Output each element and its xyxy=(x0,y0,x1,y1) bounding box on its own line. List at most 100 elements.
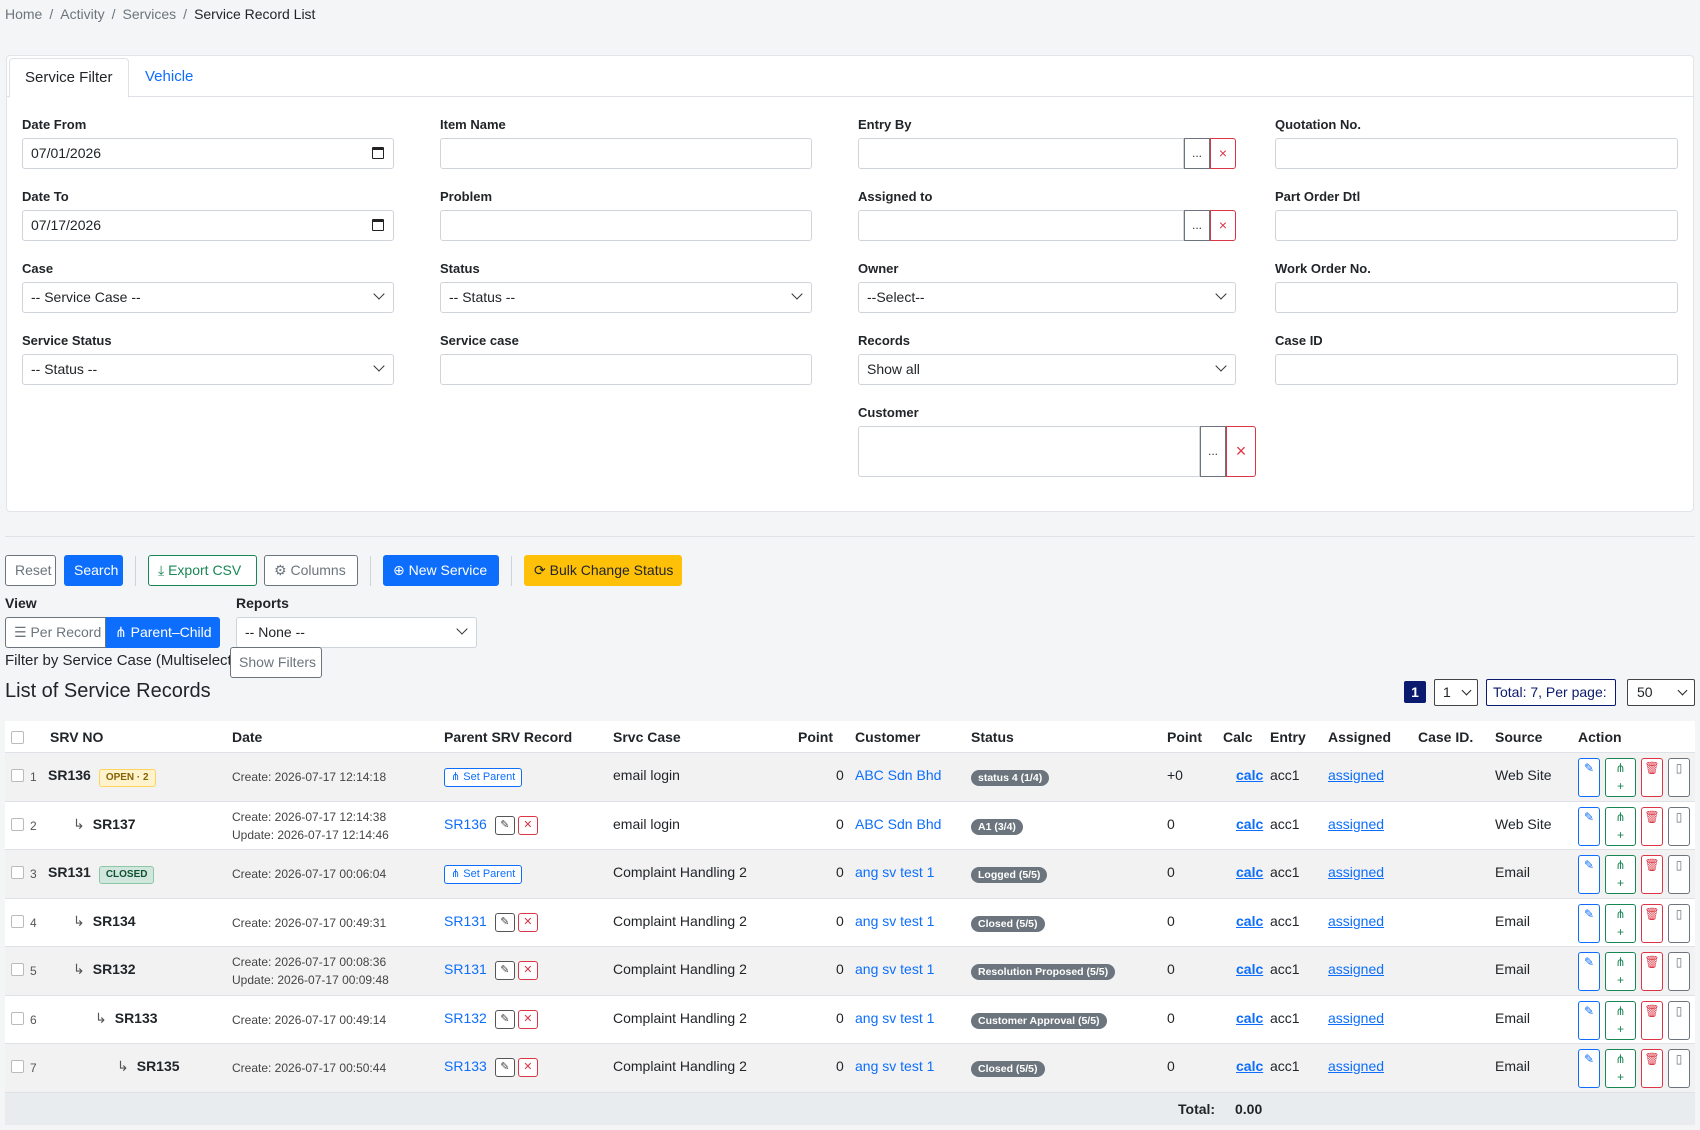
work-order-no-input[interactable] xyxy=(1275,282,1678,313)
row-checkbox[interactable] xyxy=(11,817,24,831)
page-select[interactable]: 1 xyxy=(1434,679,1478,706)
pdf-button[interactable]: ▯ xyxy=(1668,903,1690,943)
srv-no[interactable]: SR132 xyxy=(93,961,136,977)
edit-button[interactable]: ✎ xyxy=(1578,952,1600,991)
table-row[interactable]: 3 SR131 CLOSED Create: 2026-07-17 00:06:04 ⋔… xyxy=(5,850,1695,899)
col-source[interactable]: Source xyxy=(1495,729,1542,745)
delete-button[interactable]: 🗑 xyxy=(1641,1049,1663,1088)
col-status[interactable]: Status xyxy=(971,729,1014,745)
table-row[interactable]: 6 ↳ SR133 Create: 2026-07-17 00:49:14 SR132 ✎… xyxy=(5,995,1695,1044)
customer-link[interactable]: ABC Sdn Bhd xyxy=(855,816,941,832)
col-calc[interactable]: Calc xyxy=(1223,729,1253,745)
row-checkbox[interactable] xyxy=(11,963,24,976)
add-child-button[interactable]: ⋔ + xyxy=(1605,806,1636,846)
date-from-field[interactable]: 07/01/2026 xyxy=(22,138,394,169)
pagination-current-page[interactable]: 1 xyxy=(1404,681,1426,703)
date-to-field[interactable]: 07/17/2026 xyxy=(22,210,394,241)
table-row[interactable]: 2 ↳ SR137 Create: 2026-07-17 12:14:38 Update… xyxy=(5,801,1695,850)
assigned-link[interactable]: assigned xyxy=(1328,864,1384,880)
add-child-button[interactable]: ⋔ + xyxy=(1605,1000,1636,1040)
row-checkbox[interactable] xyxy=(11,769,24,782)
case-select[interactable]: -- Service Case -- xyxy=(22,282,394,313)
customer-pick-button[interactable]: ... xyxy=(1200,426,1226,477)
parent-link[interactable]: SR131 xyxy=(444,961,487,977)
close-icon[interactable]: ✕ xyxy=(517,1009,538,1029)
add-child-button[interactable]: ⋔ + xyxy=(1605,903,1636,943)
col-assigned[interactable]: Assigned xyxy=(1328,729,1391,745)
add-child-button[interactable]: ⋔ + xyxy=(1605,855,1636,894)
edit-button[interactable]: ✎ xyxy=(1578,806,1600,846)
assigned-link[interactable]: assigned xyxy=(1328,816,1384,832)
parent-link[interactable]: SR136 xyxy=(444,816,487,832)
calendar-icon[interactable] xyxy=(372,147,384,159)
close-icon[interactable]: ✕ xyxy=(517,961,538,980)
pdf-button[interactable]: ▯ xyxy=(1668,952,1690,991)
parent-link[interactable]: SR133 xyxy=(444,1058,487,1074)
assigned-link[interactable]: assigned xyxy=(1328,767,1384,783)
table-row[interactable]: 1 SR136 OPEN · 2 Create: 2026-07-17 12:14:1… xyxy=(5,753,1695,802)
parent-child-button[interactable]: ⋔ Parent–Child xyxy=(106,617,220,648)
edit-button[interactable]: ✎ xyxy=(1578,855,1600,894)
col-point[interactable]: Point xyxy=(798,729,833,745)
col-date[interactable]: Date xyxy=(232,729,262,745)
col-case-id[interactable]: Case ID. xyxy=(1418,729,1473,745)
reset-button[interactable]: Reset xyxy=(5,555,56,586)
calc-link[interactable]: calc xyxy=(1236,864,1263,880)
srv-no[interactable]: SR137 xyxy=(93,816,136,832)
pencil-icon[interactable]: ✎ xyxy=(494,815,515,835)
pencil-icon[interactable]: ✎ xyxy=(494,1009,515,1029)
part-order-dtl-input[interactable] xyxy=(1275,210,1678,241)
new-service-button[interactable]: ⊕ New Service xyxy=(383,555,499,586)
srv-no[interactable]: SR136 xyxy=(48,767,91,783)
col-srv-no[interactable]: SRV NO xyxy=(50,729,103,745)
col-customer[interactable]: Customer xyxy=(855,729,920,745)
table-row[interactable]: 5 ↳ SR132 Create: 2026-07-17 00:08:36 Update… xyxy=(5,947,1695,996)
export-csv-button[interactable]: ⤓ Export CSV xyxy=(148,555,257,586)
breadcrumb-services[interactable]: Services xyxy=(122,6,176,22)
bulk-change-status-button[interactable]: ⟳ Bulk Change Status xyxy=(524,555,682,586)
assigned-link[interactable]: assigned xyxy=(1328,961,1384,977)
assigned-link[interactable]: assigned xyxy=(1328,1058,1384,1074)
srv-no[interactable]: SR135 xyxy=(137,1058,180,1074)
item-name-input[interactable] xyxy=(440,138,812,169)
customer-link[interactable]: ang sv test 1 xyxy=(855,1010,934,1026)
calc-link[interactable]: calc xyxy=(1236,1010,1263,1026)
assigned-to-clear-button[interactable]: × xyxy=(1210,210,1236,241)
row-checkbox[interactable] xyxy=(11,1060,24,1073)
pdf-button[interactable]: ▯ xyxy=(1668,855,1690,894)
assigned-to-pick-button[interactable]: ... xyxy=(1184,210,1210,241)
col-entry[interactable]: Entry xyxy=(1270,729,1306,745)
table-row[interactable]: 4 ↳ SR134 Create: 2026-07-17 00:49:31 SR131 ✎… xyxy=(5,898,1695,947)
edit-button[interactable]: ✎ xyxy=(1578,1000,1600,1040)
customer-clear-button[interactable]: × xyxy=(1226,426,1256,477)
calc-link[interactable]: calc xyxy=(1236,961,1263,977)
pencil-icon[interactable]: ✎ xyxy=(494,1058,515,1077)
delete-button[interactable]: 🗑 xyxy=(1641,903,1663,943)
col-parent[interactable]: Parent SRV Record xyxy=(444,729,572,745)
customer-link[interactable]: ang sv test 1 xyxy=(855,864,934,880)
parent-link[interactable]: SR131 xyxy=(444,913,487,929)
customer-link[interactable]: ABC Sdn Bhd xyxy=(855,767,941,783)
case-id-input[interactable] xyxy=(1275,354,1678,385)
breadcrumb-activity[interactable]: Activity xyxy=(60,6,104,22)
set-parent-button[interactable]: ⋔ Set Parent xyxy=(444,865,523,884)
parent-link[interactable]: SR132 xyxy=(444,1010,487,1026)
entry-by-input[interactable] xyxy=(858,138,1184,169)
calc-link[interactable]: calc xyxy=(1236,767,1263,783)
owner-select[interactable]: --Select-- xyxy=(858,282,1236,313)
row-checkbox[interactable] xyxy=(11,914,24,928)
tab-vehicle[interactable]: Vehicle xyxy=(130,58,208,98)
set-parent-button[interactable]: ⋔ Set Parent xyxy=(444,768,523,787)
add-child-button[interactable]: ⋔ + xyxy=(1605,952,1636,991)
edit-button[interactable]: ✎ xyxy=(1578,903,1600,943)
delete-button[interactable]: 🗑 xyxy=(1641,855,1663,894)
per-page-select[interactable]: 50 xyxy=(1627,679,1695,706)
col-point-2[interactable]: Point xyxy=(1167,729,1202,745)
select-all-checkbox[interactable] xyxy=(11,731,24,744)
calc-link[interactable]: calc xyxy=(1236,1058,1263,1074)
col-srvc-case[interactable]: Srvc Case xyxy=(613,729,681,745)
delete-button[interactable]: 🗑 xyxy=(1641,758,1663,797)
pdf-button[interactable]: ▯ xyxy=(1668,1049,1690,1088)
close-icon[interactable]: ✕ xyxy=(517,815,538,835)
pdf-button[interactable]: ▯ xyxy=(1668,758,1690,797)
